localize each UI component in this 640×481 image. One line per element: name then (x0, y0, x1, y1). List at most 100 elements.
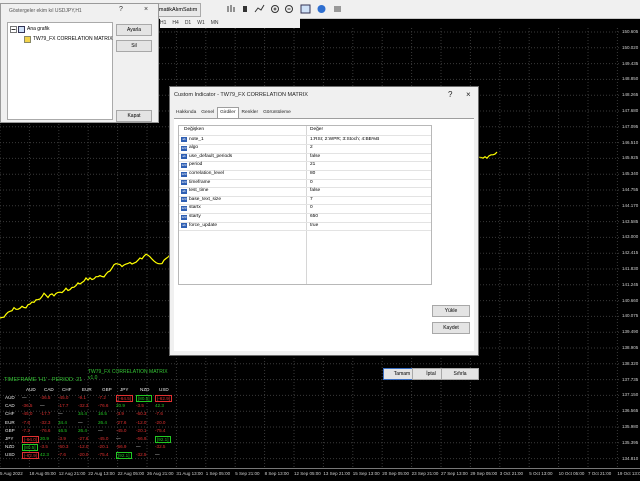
tab-0[interactable]: Hakkında (174, 108, 198, 118)
zoom-in-icon[interactable] (270, 4, 281, 14)
dialog-help-button[interactable]: ? (448, 90, 452, 99)
load-button[interactable]: Yükle (432, 305, 470, 317)
zoom-out-icon[interactable] (284, 4, 295, 14)
matrix-cell: -7.6 (22, 419, 30, 425)
tree-item-indicator[interactable]: TW79_FX CORRELATION MATRIX (33, 36, 113, 42)
input-value[interactable]: 80 (310, 171, 315, 176)
input-value[interactable]: 0 (310, 205, 313, 210)
help-button[interactable]: ? (119, 6, 123, 13)
string-type-icon: ab (181, 137, 187, 143)
input-value[interactable]: 7 (310, 197, 313, 202)
number-type-icon: 123 (181, 145, 187, 151)
dialog-title: Custom Indicator - TW79_FX CORRELATION M… (174, 92, 308, 98)
indicator-tree: Ana grafik TW79_FX CORRELATION MATRIX (7, 22, 113, 120)
price-tick: 137.150 (622, 392, 639, 398)
matrix-row-header: CAD (5, 403, 15, 409)
matrix-cell: -45.0 (98, 436, 109, 441)
close-icon[interactable]: × (144, 6, 148, 13)
column-value: Değer (310, 127, 324, 132)
matrix-cell: -66.9 (136, 436, 147, 441)
correlation-matrix: TW79_FX CORRELATION MATRIX v1.0 TIMEFRAM… (0, 368, 175, 463)
time-tick: 12 Aug 21:00 (58, 471, 86, 476)
number-type-icon: 123 (181, 197, 187, 203)
indicators-icon[interactable] (316, 4, 327, 14)
input-value[interactable]: 2 (310, 145, 313, 150)
matrix-cell: -76.6 (40, 427, 51, 433)
save-button[interactable]: Kaydet (432, 322, 470, 334)
time-tick: 15 Sep 13:00 (352, 471, 380, 476)
price-tick: 141.830 (622, 266, 639, 271)
collapse-icon[interactable] (10, 26, 17, 33)
price-tick: 143.000 (622, 234, 639, 240)
matrix-title: TW79_FX CORRELATION MATRIX v1.0 (88, 369, 168, 381)
timeframe-d1[interactable]: D1 (185, 18, 191, 28)
matrix-col-header: CAD (44, 387, 54, 392)
time-tick: 5 Sep 21:00 (235, 471, 260, 476)
time-tick: 5 Oct 13:00 (529, 471, 553, 476)
input-value[interactable]: 21 (310, 162, 315, 167)
input-value[interactable]: 650 (310, 214, 318, 219)
delete-button[interactable]: Sil (116, 40, 152, 52)
time-tick: 23 Sep 21:00 (411, 471, 439, 476)
matrix-cell: -32.3 (40, 419, 51, 425)
close-button[interactable]: Kapat (116, 110, 152, 122)
matrix-cell: 26.4 (78, 427, 87, 433)
inputs-grid: Değişken Değer ab note_1 1:RSI; 2:WPR; 3:S… (178, 125, 432, 285)
tab-4[interactable]: Görüntüleme (261, 108, 293, 118)
tab-1[interactable]: Genel (199, 108, 216, 118)
candlestick-icon[interactable] (240, 4, 251, 14)
price-tick: 146.510 (622, 139, 639, 145)
matrix-cell: -75.4 (155, 427, 166, 433)
templates-icon[interactable] (332, 4, 343, 14)
price-tick: 140.075 (622, 313, 639, 319)
custom-indicator-dialog: Custom Indicator - TW79_FX CORRELATION M… (169, 86, 479, 356)
tile-icon[interactable] (300, 4, 311, 14)
matrix-cell: [-62.9] (22, 452, 40, 460)
string-type-icon: ab (181, 223, 187, 229)
matrix-cell: 42.3 (40, 452, 49, 458)
price-tick: 142.415 (622, 250, 639, 256)
matrix-cell: -45.0 (22, 411, 33, 417)
matrix-cell: 26.4 (98, 419, 107, 425)
matrix-cell: -3.5 (136, 403, 144, 409)
matrix-cell: -45.0 (58, 395, 69, 400)
price-axis: 150.605 150.020 149.435 148.850 148.265 147.6… (620, 28, 640, 468)
matrix-cell: 34.4 (58, 419, 67, 425)
indicators-window-title: Göstergeler ekim kıl USDJPY,H1 (9, 8, 82, 14)
input-name: starty (189, 214, 201, 219)
bar-chart-icon[interactable] (226, 4, 237, 14)
input-value[interactable]: false (310, 188, 320, 193)
input-value[interactable]: 0 (310, 180, 313, 185)
number-type-icon: 123 (181, 180, 187, 186)
time-tick: 22 Aug 05:00 (117, 471, 145, 476)
input-row-force_update[interactable]: ab force_update true (179, 222, 431, 232)
timeframe-mn[interactable]: MN (211, 18, 219, 28)
matrix-row-header: EUR (5, 419, 15, 425)
reset-button[interactable]: Sıfırla (441, 368, 479, 380)
dialog-close-icon[interactable]: × (466, 90, 471, 99)
input-value[interactable]: 1:RSI; 2:WPR; 3:Stoch; 4:BB%B (310, 137, 379, 142)
tab-2[interactable]: Girdiler (217, 107, 239, 118)
matrix-cell: -27.6 (116, 419, 127, 425)
timeframe-w1[interactable]: W1 (197, 18, 205, 28)
timeframe-h1[interactable]: H1 (160, 18, 166, 28)
matrix-col-header: GBP (102, 387, 112, 392)
matrix-cell: [-64.0] (22, 436, 40, 443)
time-tick: 5 Aug 2022 (0, 471, 23, 476)
input-value[interactable]: true (310, 223, 318, 228)
matrix-cell: -7.2 (22, 427, 30, 433)
edit-button[interactable]: Ayarla (116, 24, 152, 36)
input-value[interactable]: false (310, 154, 320, 159)
matrix-cell: — (155, 452, 160, 458)
input-name: algo (189, 145, 199, 151)
tab-3[interactable]: Renkler (240, 108, 261, 118)
matrix-cell: -17.7 (58, 403, 69, 409)
timeframe-h4[interactable]: H4 (172, 18, 178, 28)
number-type-icon: 123 (181, 205, 187, 211)
line-chart-icon[interactable] (254, 4, 265, 14)
string-type-icon: ab (181, 154, 187, 160)
tree-root[interactable]: Ana grafik (27, 26, 50, 32)
matrix-cell: [80.5] (22, 444, 38, 452)
time-tick: 3 Oct 21:00 (499, 471, 524, 476)
matrix-cell: -12.0 (136, 419, 147, 425)
